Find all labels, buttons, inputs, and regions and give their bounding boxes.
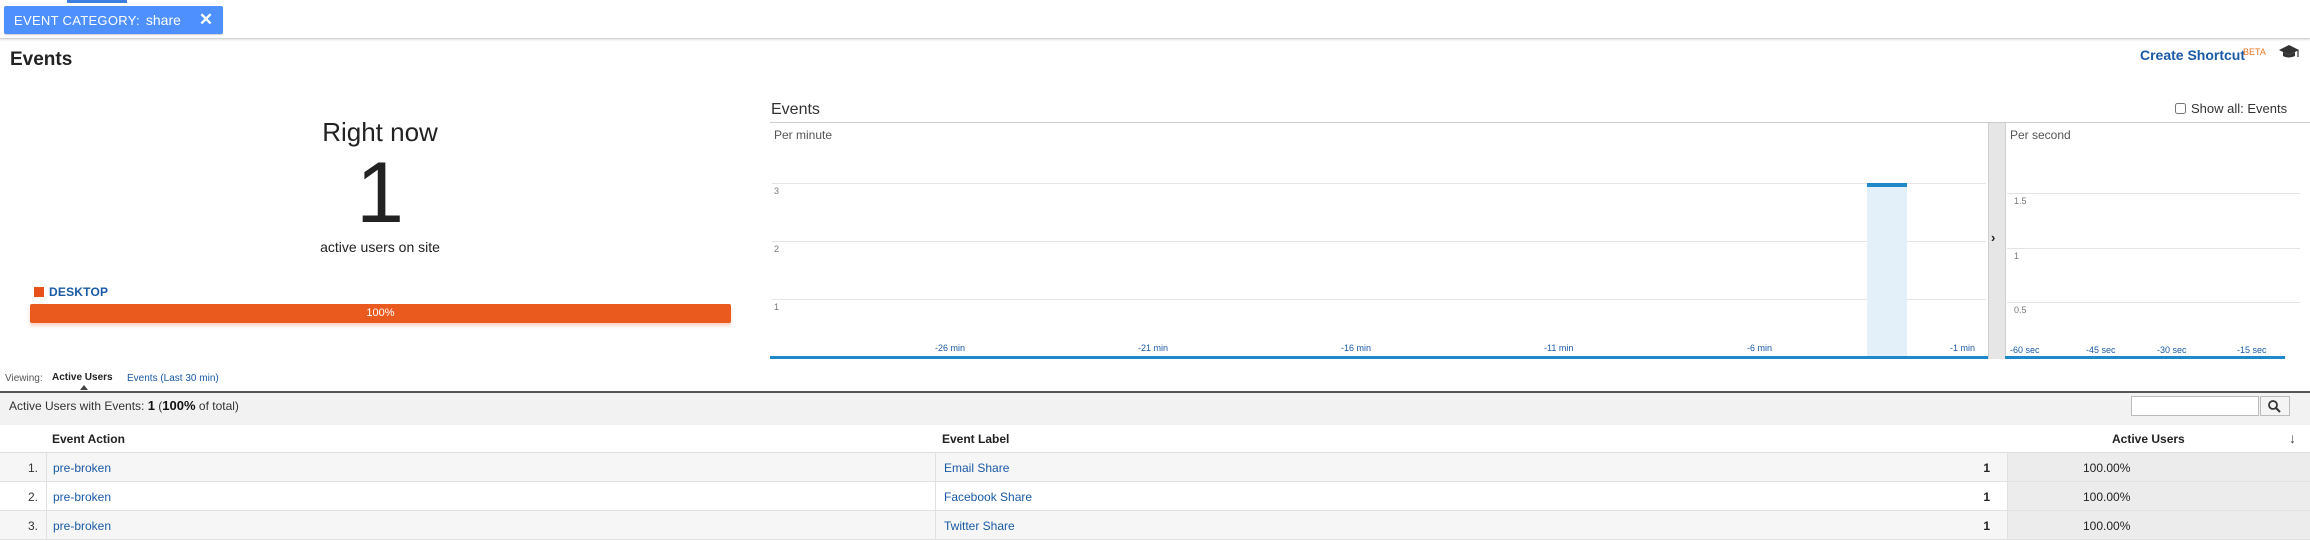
active-users-subtitle: active users on site bbox=[320, 239, 440, 255]
event-bar-top bbox=[1866, 183, 1907, 187]
row-number: 1. bbox=[27, 461, 38, 475]
summary-count: 1 bbox=[147, 398, 155, 413]
remove-filter-icon[interactable]: ✕ bbox=[199, 10, 213, 30]
active-users-value: 1 bbox=[1983, 490, 1990, 504]
active-users-pct: 100.00% bbox=[2083, 490, 2131, 504]
x-tick-label: -1 min bbox=[1950, 343, 1976, 353]
beta-badge: BETA bbox=[2243, 47, 2266, 57]
y-tick-label: 1 bbox=[774, 302, 780, 312]
column-divider bbox=[46, 511, 47, 539]
column-divider bbox=[46, 453, 47, 481]
events-chart-title: Events bbox=[771, 101, 820, 118]
event-label-link[interactable]: Facebook Share bbox=[944, 490, 1032, 504]
summary-prefix: Active Users with Events: bbox=[9, 399, 145, 413]
active-users-value: 1 bbox=[1983, 519, 1990, 533]
summary-text: Active Users with Events: 1 (100% of tot… bbox=[9, 398, 239, 413]
y-gridline bbox=[2007, 247, 2300, 249]
table-search-input[interactable] bbox=[2131, 396, 2259, 416]
viewing-label: Viewing: bbox=[5, 373, 43, 384]
x-tick-label: -16 min bbox=[1341, 343, 1372, 353]
search-icon bbox=[2268, 400, 2281, 413]
x-tick-label: -60 sec bbox=[2010, 345, 2040, 355]
create-shortcut-link[interactable]: Create Shortcut bbox=[2140, 47, 2245, 63]
column-header-event-action[interactable]: Event Action bbox=[52, 432, 125, 446]
summary-pct: 100% bbox=[162, 398, 196, 413]
row-number: 2. bbox=[27, 490, 38, 504]
x-tick-label: -11 min bbox=[1544, 343, 1574, 353]
y-tick-label: 0.5 bbox=[2014, 305, 2027, 316]
event-action-link[interactable]: pre-broken bbox=[53, 490, 111, 504]
event-action-link[interactable]: pre-broken bbox=[53, 461, 111, 475]
summary-suffix: of total) bbox=[198, 399, 239, 413]
x-tick-label: -6 min bbox=[1747, 343, 1773, 353]
metric-cell-bg bbox=[2007, 453, 2310, 481]
filter-key: EVENT CATEGORY: bbox=[14, 12, 140, 28]
event-label-link[interactable]: Email Share bbox=[944, 461, 1009, 475]
per-second-label: Per second bbox=[2010, 128, 2071, 142]
active-users-pct: 100.00% bbox=[2083, 519, 2131, 533]
tab-events-last-30-min[interactable]: Events (Last 30 min) bbox=[127, 373, 219, 384]
active-users-value: 1 bbox=[1983, 461, 1990, 475]
device-legend-desktop[interactable]: DESKTOP bbox=[49, 285, 108, 299]
table-row: 2. pre-broken Facebook Share 1 100.00% bbox=[0, 482, 2310, 511]
filter-bar bbox=[0, 0, 2310, 39]
per-second-baseline bbox=[2005, 356, 2285, 359]
x-tick-label: -15 sec bbox=[2237, 345, 2267, 355]
active-users-pct: 100.00% bbox=[2083, 461, 2131, 475]
event-label-link[interactable]: Twitter Share bbox=[944, 519, 1015, 533]
y-gridline bbox=[2007, 193, 2300, 194]
column-header-event-label[interactable]: Event Label bbox=[942, 432, 1009, 446]
per-minute-label: Per minute bbox=[774, 128, 833, 142]
per-minute-baseline bbox=[770, 356, 1988, 359]
active-tab-pointer bbox=[80, 385, 88, 390]
table-row: 3. pre-broken Twitter Share 1 100.00% bbox=[0, 511, 2310, 540]
column-divider bbox=[2007, 453, 2008, 481]
column-divider bbox=[46, 482, 47, 510]
event-bar bbox=[1866, 183, 1907, 357]
column-header-active-users[interactable]: Active Users bbox=[2112, 432, 2185, 446]
active-tab-indicator bbox=[67, 0, 127, 3]
right-now-title: Right now bbox=[322, 117, 438, 147]
column-divider bbox=[935, 511, 936, 539]
active-users-count: 1 bbox=[356, 145, 404, 241]
y-tick-label: 1.5 bbox=[2014, 196, 2027, 206]
summary-bar bbox=[0, 391, 2310, 427]
x-tick-label: -30 sec bbox=[2157, 345, 2187, 355]
graduation-cap-icon[interactable] bbox=[2278, 43, 2300, 61]
column-divider bbox=[2007, 511, 2008, 539]
y-gridline bbox=[2007, 302, 2300, 304]
y-tick-label: 3 bbox=[774, 186, 780, 196]
sort-desc-arrow-icon[interactable]: ↓ bbox=[2289, 430, 2296, 446]
table-row: 1. pre-broken Email Share 1 100.00% bbox=[0, 453, 2310, 482]
filter-chip[interactable]: EVENT CATEGORY: share ✕ bbox=[4, 6, 224, 34]
y-gridline bbox=[772, 241, 1986, 242]
desktop-swatch bbox=[34, 287, 44, 297]
metric-cell-bg bbox=[2007, 511, 2310, 539]
column-divider bbox=[935, 482, 936, 510]
show-all-checkbox[interactable] bbox=[2175, 103, 2186, 114]
show-all-label: Show all: Events bbox=[2191, 101, 2288, 116]
column-divider bbox=[935, 453, 936, 481]
x-tick-label: -45 sec bbox=[2086, 345, 2116, 355]
tab-active-users[interactable]: Active Users bbox=[52, 372, 113, 383]
event-action-link[interactable]: pre-broken bbox=[53, 519, 111, 533]
x-tick-label: -26 min bbox=[935, 343, 966, 353]
chevron-right-icon[interactable]: › bbox=[1991, 230, 1995, 245]
row-number: 3. bbox=[27, 519, 38, 533]
y-gridline bbox=[772, 299, 1986, 300]
metric-cell-bg bbox=[2007, 482, 2310, 510]
filter-value: share bbox=[145, 12, 181, 28]
page-title: Events bbox=[10, 49, 73, 70]
table-header bbox=[0, 425, 2310, 453]
search-button[interactable] bbox=[2260, 396, 2290, 416]
column-divider bbox=[2007, 482, 2008, 510]
y-tick-label: 1 bbox=[2014, 250, 2020, 261]
x-tick-label: -21 min bbox=[1138, 343, 1169, 353]
device-share-bar: 100% bbox=[30, 304, 731, 323]
y-tick-label: 2 bbox=[774, 244, 780, 254]
show-all-toggle[interactable]: Show all: Events bbox=[2175, 101, 2287, 116]
chart-top-border bbox=[770, 122, 2310, 123]
y-gridline bbox=[772, 183, 1986, 184]
